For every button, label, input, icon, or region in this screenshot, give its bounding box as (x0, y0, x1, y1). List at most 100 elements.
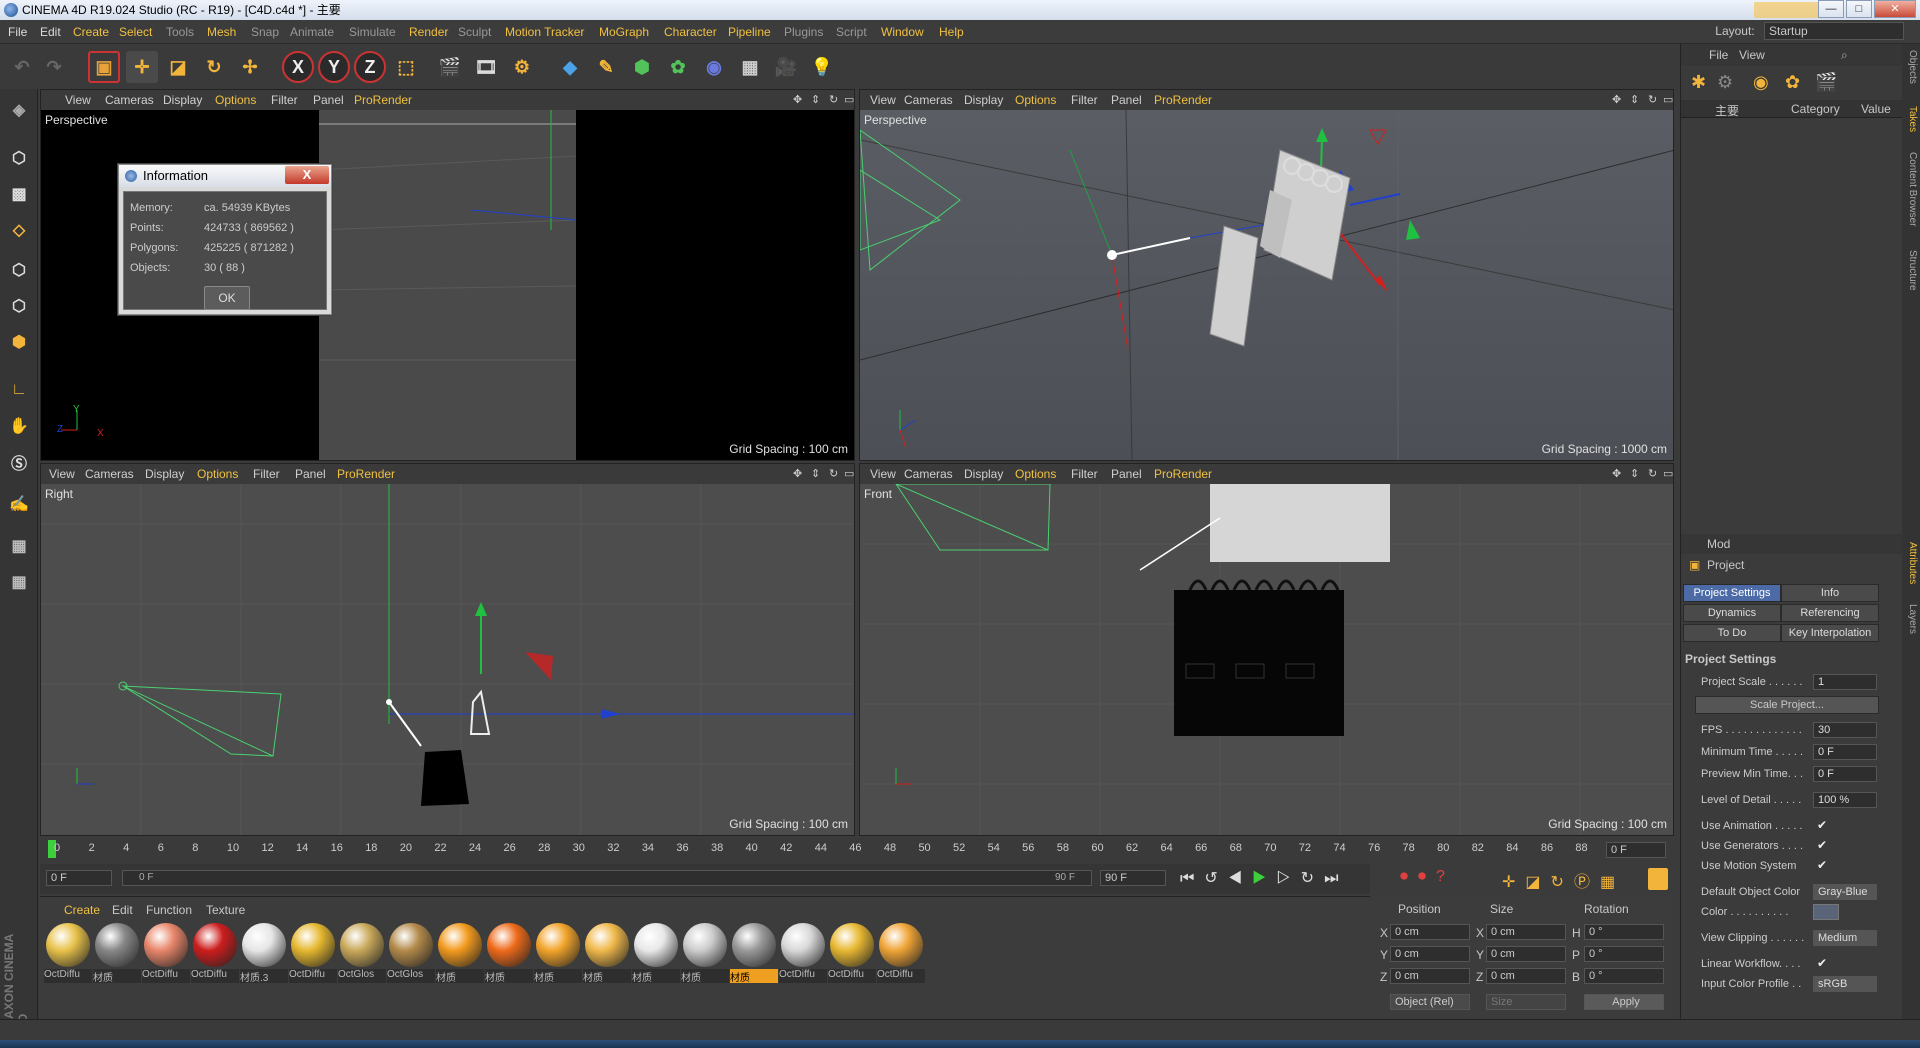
scale-project-button[interactable]: Scale Project... (1695, 696, 1879, 714)
rot-p-field[interactable]: 0 ° (1584, 946, 1664, 962)
texture-mode-icon[interactable]: ▩ (4, 179, 34, 209)
key-rotation-icon[interactable]: ↻ (1551, 874, 1574, 891)
menu-sculpt[interactable]: Sculpt (458, 25, 491, 39)
color-swatch[interactable] (1813, 904, 1839, 920)
redo-icon[interactable]: ↷ (38, 51, 70, 83)
key-pla-icon[interactable]: ▦ (1600, 874, 1625, 891)
x-axis-lock-icon[interactable]: X (282, 51, 314, 83)
vp-menu-panel[interactable]: Panel (313, 93, 344, 107)
side-tab-objects[interactable]: Objects (1904, 50, 1918, 84)
material-thumbnail[interactable]: 材质 (534, 923, 582, 985)
min-time-field[interactable]: 0 F (1813, 744, 1877, 760)
vp-menu-prorender[interactable]: ProRender (354, 93, 412, 107)
material-thumbnail[interactable]: 材质 (681, 923, 729, 985)
preview-min-field[interactable]: 0 F (1813, 766, 1877, 782)
use-animation-checkbox[interactable]: ✔ (1817, 818, 1827, 832)
material-thumbnail[interactable]: OctGlos (387, 923, 435, 985)
render-settings-icon[interactable]: ⚙ (506, 51, 538, 83)
pos-y-field[interactable]: 0 cm (1390, 946, 1470, 962)
material-thumbnail[interactable]: 材质 (583, 923, 631, 985)
pan-icon[interactable]: ✥ (1612, 467, 1624, 480)
polygons-mode-icon[interactable]: ⬢ (4, 327, 34, 357)
record-controls[interactable]: ⏺⏺? (1400, 868, 1455, 886)
orbit-icon[interactable]: ↻ (1648, 93, 1660, 106)
apply-button[interactable]: Apply (1584, 994, 1664, 1010)
next-key-icon[interactable]: ↻ (1301, 870, 1324, 887)
next-frame-icon[interactable]: ▷ (1276, 870, 1300, 887)
render-picture-viewer-icon[interactable]: 🎞 (470, 51, 502, 83)
vp-menu-prorender[interactable]: ProRender (337, 467, 395, 481)
key-scale-icon[interactable]: ◪ (1525, 874, 1550, 891)
floor-icon[interactable]: ▦ (734, 51, 766, 83)
keyframe-help-icon[interactable]: ? (1436, 868, 1455, 885)
menu-mograph[interactable]: MoGraph (599, 25, 649, 39)
prev-key-icon[interactable]: ↺ (1204, 870, 1227, 887)
key-type-controls[interactable]: ✛◪↻Ⓟ▦ (1502, 868, 1625, 892)
ok-button[interactable]: OK (204, 286, 250, 310)
tab-project-settings[interactable]: Project Settings (1683, 584, 1781, 602)
maximize-view-icon[interactable]: ▭ (1663, 467, 1675, 480)
take-root[interactable]: 主要 (1715, 102, 1739, 119)
menu-plugins[interactable]: Plugins (784, 25, 823, 39)
rot-b-field[interactable]: 0 ° (1584, 968, 1664, 984)
material-thumbnail[interactable]: OctDiffu (44, 923, 92, 985)
menu-select[interactable]: Select (119, 25, 152, 39)
project-scale-field[interactable]: 1 (1813, 674, 1877, 690)
coordinate-system-icon[interactable]: ⬚ (390, 51, 422, 83)
dialog-close-button[interactable]: X (285, 166, 329, 184)
vp-menu-filter[interactable]: Filter (1071, 467, 1098, 481)
y-axis-lock-icon[interactable]: Y (318, 51, 350, 83)
material-thumbnail[interactable]: 材质 (93, 923, 141, 985)
view-clipping-dropdown[interactable]: Medium (1813, 930, 1877, 946)
orbit-icon[interactable]: ↻ (829, 467, 841, 480)
vp-menu-cameras[interactable]: Cameras (904, 93, 953, 107)
key-position-icon[interactable]: ✛ (1502, 874, 1525, 891)
frame-range-slider[interactable]: 0 F 90 F (122, 870, 1092, 886)
vp-menu-display[interactable]: Display (964, 93, 1003, 107)
new-take-icon[interactable]: ✱ (1691, 72, 1706, 93)
recent-tool-icon[interactable]: ✢ (234, 51, 266, 83)
side-tab-attributes[interactable]: Attributes (1904, 542, 1918, 584)
menu-window[interactable]: Window (881, 25, 924, 39)
material-thumbnail[interactable]: 材质 (730, 923, 778, 985)
minimize-button[interactable]: — (1818, 0, 1844, 18)
menu-render[interactable]: Render (409, 25, 448, 39)
material-thumbnail[interactable]: 材质 (485, 923, 533, 985)
take-icon-3[interactable]: ◉ (1753, 72, 1769, 93)
start-frame-field[interactable]: 0 F (46, 870, 112, 886)
maximize-view-icon[interactable]: ▭ (1663, 93, 1675, 106)
playback-controls[interactable]: ⏮↺◀▶▷↻⏭ (1180, 868, 1348, 888)
lod-field[interactable]: 100 % (1813, 792, 1877, 808)
pos-x-field[interactable]: 0 cm (1390, 924, 1470, 940)
menu-motion-tracker[interactable]: Motion Tracker (505, 25, 584, 39)
vp-menu-filter[interactable]: Filter (1071, 93, 1098, 107)
vp-menu-view[interactable]: View (870, 467, 896, 481)
menu-character[interactable]: Character (664, 25, 717, 39)
search-icon[interactable]: ⌕ (1841, 48, 1848, 63)
mat-menu-create[interactable]: Create (64, 903, 100, 917)
vp-menu-display[interactable]: Display (145, 467, 184, 481)
render-view-icon[interactable]: 🎬 (434, 51, 466, 83)
material-thumbnail[interactable]: 材质.3 (240, 923, 288, 985)
end-frame-field[interactable]: 90 F (1100, 870, 1166, 886)
attr-mode-menu[interactable]: Mod (1707, 537, 1730, 551)
material-thumbnail[interactable]: OctDiffu (142, 923, 190, 985)
material-thumbnail[interactable]: 材质 (436, 923, 484, 985)
camera-icon[interactable]: 🎥 (770, 51, 802, 83)
tab-dynamics[interactable]: Dynamics (1683, 604, 1781, 622)
material-thumbnail[interactable]: OctDiffu (289, 923, 337, 985)
viewport-right[interactable]: View Cameras Display Options Filter Pane… (40, 463, 855, 836)
vp-menu-prorender[interactable]: ProRender (1154, 467, 1212, 481)
cube-primitive-icon[interactable]: ◆ (554, 51, 586, 83)
light-icon[interactable]: 💡 (806, 51, 838, 83)
layout-selector[interactable]: Layout: Startup (1715, 22, 1904, 40)
menu-snap[interactable]: Snap (251, 25, 279, 39)
side-tab-structure[interactable]: Structure (1904, 250, 1918, 291)
pan-icon[interactable]: ✥ (1612, 93, 1624, 106)
maximize-button[interactable]: □ (1846, 0, 1872, 18)
mat-menu-texture[interactable]: Texture (206, 903, 245, 917)
size-y-field[interactable]: 0 cm (1486, 946, 1566, 962)
use-motion-checkbox[interactable]: ✔ (1817, 858, 1827, 872)
move-tool-icon[interactable]: ✛ (126, 51, 158, 83)
timeline-ruler[interactable]: 0 2 4 6 8 10 12 14 16 18 20 22 24 26 28 30 32 34 36 38 40 42 4… (40, 838, 1666, 862)
